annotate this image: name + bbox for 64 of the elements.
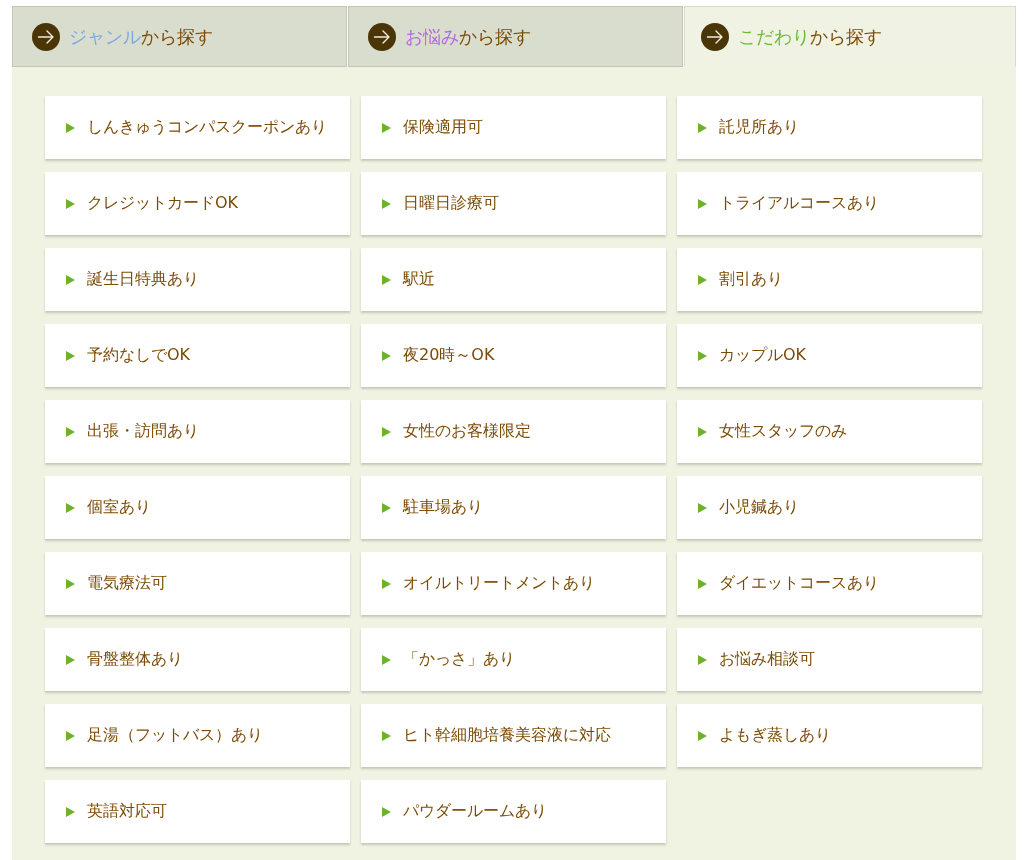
triangle-bullet-icon <box>66 198 75 209</box>
triangle-bullet-icon <box>382 578 391 589</box>
option-link[interactable]: 個室あり <box>45 476 350 539</box>
triangle-bullet-icon <box>698 350 707 361</box>
triangle-bullet-icon <box>698 122 707 133</box>
triangle-bullet-icon <box>66 274 75 285</box>
triangle-bullet-icon <box>382 350 391 361</box>
triangle-bullet-icon <box>382 274 391 285</box>
triangle-bullet-icon <box>698 578 707 589</box>
triangle-bullet-icon <box>698 274 707 285</box>
option-link[interactable]: 割引あり <box>677 248 982 311</box>
triangle-bullet-icon <box>698 502 707 513</box>
triangle-bullet-icon <box>66 654 75 665</box>
option-link[interactable]: 小児鍼あり <box>677 476 982 539</box>
triangle-bullet-icon <box>382 654 391 665</box>
triangle-bullet-icon <box>66 730 75 741</box>
option-link[interactable]: よもぎ蒸しあり <box>677 704 982 767</box>
option-link[interactable]: お悩み相談可 <box>677 628 982 691</box>
option-link[interactable]: しんきゅうコンパスクーポンあり <box>45 96 350 159</box>
triangle-bullet-icon <box>382 122 391 133</box>
option-link[interactable]: 保険適用可 <box>361 96 666 159</box>
triangle-bullet-icon <box>698 426 707 437</box>
option-link[interactable]: 駅近 <box>361 248 666 311</box>
arrow-circle-icon <box>701 22 729 51</box>
option-link[interactable]: パウダールームあり <box>361 780 666 843</box>
option-link[interactable]: ダイエットコースあり <box>677 552 982 615</box>
option-link[interactable]: クレジットカードOK <box>45 172 350 235</box>
option-link[interactable]: 出張・訪問あり <box>45 400 350 463</box>
option-link[interactable]: 電気療法可 <box>45 552 350 615</box>
triangle-bullet-icon <box>382 806 391 817</box>
triangle-bullet-icon <box>66 122 75 133</box>
triangle-bullet-icon <box>698 198 707 209</box>
option-link[interactable]: 駐車場あり <box>361 476 666 539</box>
option-link[interactable]: 女性スタッフのみ <box>677 400 982 463</box>
triangle-bullet-icon <box>382 502 391 513</box>
option-link[interactable]: オイルトリートメントあり <box>361 552 666 615</box>
triangle-bullet-icon <box>698 654 707 665</box>
search-tab[interactable]: ジャンルから探す <box>12 6 347 67</box>
triangle-bullet-icon <box>698 730 707 741</box>
arrow-circle-icon <box>32 22 60 51</box>
option-link[interactable]: ヒト幹細胞培養美容液に対応 <box>361 704 666 767</box>
option-link[interactable]: 託児所あり <box>677 96 982 159</box>
triangle-bullet-icon <box>382 730 391 741</box>
option-link[interactable]: 誕生日特典あり <box>45 248 350 311</box>
triangle-bullet-icon <box>66 578 75 589</box>
triangle-bullet-icon <box>66 806 75 817</box>
option-link[interactable]: 英語対応可 <box>45 780 350 843</box>
option-link[interactable]: カップルOK <box>677 324 982 387</box>
option-link[interactable]: 予約なしでOK <box>45 324 350 387</box>
search-tab[interactable]: お悩みから探す <box>348 6 683 67</box>
triangle-bullet-icon <box>382 198 391 209</box>
search-tab[interactable]: こだわり から探す <box>684 6 1016 67</box>
option-link[interactable]: 女性のお客様限定 <box>361 400 666 463</box>
triangle-bullet-icon <box>66 502 75 513</box>
option-link[interactable]: 夜20時～OK <box>361 324 666 387</box>
arrow-circle-icon <box>368 22 396 51</box>
triangle-bullet-icon <box>382 426 391 437</box>
triangle-bullet-icon <box>66 350 75 361</box>
option-link[interactable]: 「かっさ」あり <box>361 628 666 691</box>
option-link[interactable]: 骨盤整体あり <box>45 628 350 691</box>
option-link[interactable]: トライアルコースあり <box>677 172 982 235</box>
option-link[interactable]: 日曜日診療可 <box>361 172 666 235</box>
triangle-bullet-icon <box>66 426 75 437</box>
option-link[interactable]: 足湯（フットバス）あり <box>45 704 350 767</box>
